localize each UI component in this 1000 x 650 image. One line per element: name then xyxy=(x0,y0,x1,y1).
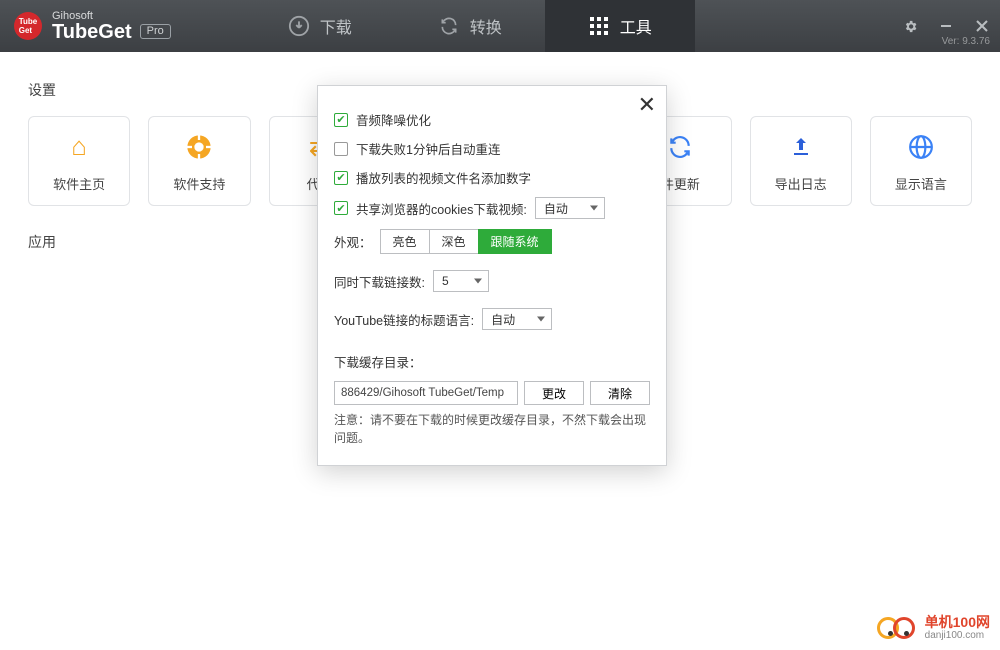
tubeget-icon: TubeGet xyxy=(14,12,42,40)
input-cache-path[interactable]: 886429/Gihosoft TubeGet/Temp xyxy=(334,381,518,405)
upload-icon xyxy=(784,130,818,164)
watermark-logo-icon xyxy=(877,614,919,642)
label-yt-lang: YouTube链接的标题语言: xyxy=(334,310,474,329)
button-change-path[interactable]: 更改 xyxy=(524,381,584,405)
button-clear-cache[interactable]: 清除 xyxy=(590,381,650,405)
select-yt-lang[interactable]: 自动 xyxy=(482,308,552,330)
checkbox-numbering[interactable] xyxy=(334,171,348,185)
checkbox-noise-reduction[interactable] xyxy=(334,113,348,127)
label-cookies: 共享浏览器的cookies下载视频: xyxy=(356,199,527,218)
label-noise-reduction: 音频降噪优化 xyxy=(356,110,431,129)
nav-convert[interactable]: 转换 xyxy=(395,0,545,52)
watermark-url: danji100.com xyxy=(925,630,990,641)
appearance-segmented: 亮色 深色 跟随系统 xyxy=(380,229,552,254)
nav-tools[interactable]: 工具 xyxy=(545,0,695,52)
brand-small: Gihosoft xyxy=(52,11,171,22)
cache-warning-note: 注意：请不要在下载的时候更改缓存目录，不然下载会出现问题。 xyxy=(334,411,650,447)
support-icon xyxy=(182,130,216,164)
brand-big: TubeGet Pro xyxy=(52,22,171,42)
watermark-name: 单机100网 xyxy=(925,615,990,630)
checkbox-cookies[interactable] xyxy=(334,201,348,215)
version-label: Ver: 9.3.76 xyxy=(942,36,990,47)
update-icon xyxy=(663,130,697,164)
label-concurrent: 同时下载链接数: xyxy=(334,272,425,291)
watermark: 单机100网 danji100.com xyxy=(877,614,990,642)
appearance-dark[interactable]: 深色 xyxy=(429,229,479,254)
label-cache-dir: 下载缓存目录： xyxy=(334,352,422,371)
dialog-close-button[interactable]: ✕ xyxy=(636,92,658,118)
label-appearance: 外观： xyxy=(334,232,372,251)
settings-dialog: ✕ 音频降噪优化 下载失败1分钟后自动重连 播放列表的视频文件名添加数字 共享浏… xyxy=(317,85,667,466)
pro-badge: Pro xyxy=(140,24,171,39)
checkbox-auto-retry[interactable] xyxy=(334,142,348,156)
appearance-light[interactable]: 亮色 xyxy=(380,229,430,254)
select-cookies-browser[interactable]: 自动 xyxy=(535,197,605,219)
select-concurrent[interactable]: 5 xyxy=(433,270,489,292)
appearance-system[interactable]: 跟随系统 xyxy=(478,229,552,254)
settings-button[interactable] xyxy=(892,12,928,40)
home-icon: ⌂ xyxy=(62,130,96,164)
app-logo: TubeGet Gihosoft TubeGet Pro xyxy=(0,11,185,42)
card-export-log[interactable]: 导出日志 xyxy=(750,116,852,206)
card-home[interactable]: ⌂ 软件主页 xyxy=(28,116,130,206)
nav-download[interactable]: 下载 xyxy=(245,0,395,52)
globe-icon xyxy=(904,130,938,164)
convert-icon xyxy=(438,15,460,37)
label-numbering: 播放列表的视频文件名添加数字 xyxy=(356,168,531,187)
title-bar: TubeGet Gihosoft TubeGet Pro 下载 转换 xyxy=(0,0,1000,52)
card-support[interactable]: 软件支持 xyxy=(148,116,250,206)
card-language[interactable]: 显示语言 xyxy=(870,116,972,206)
download-icon xyxy=(288,15,310,37)
main-nav: 下载 转换 工具 xyxy=(245,0,892,52)
label-auto-retry: 下载失败1分钟后自动重连 xyxy=(356,139,500,158)
grid-icon xyxy=(588,15,610,37)
